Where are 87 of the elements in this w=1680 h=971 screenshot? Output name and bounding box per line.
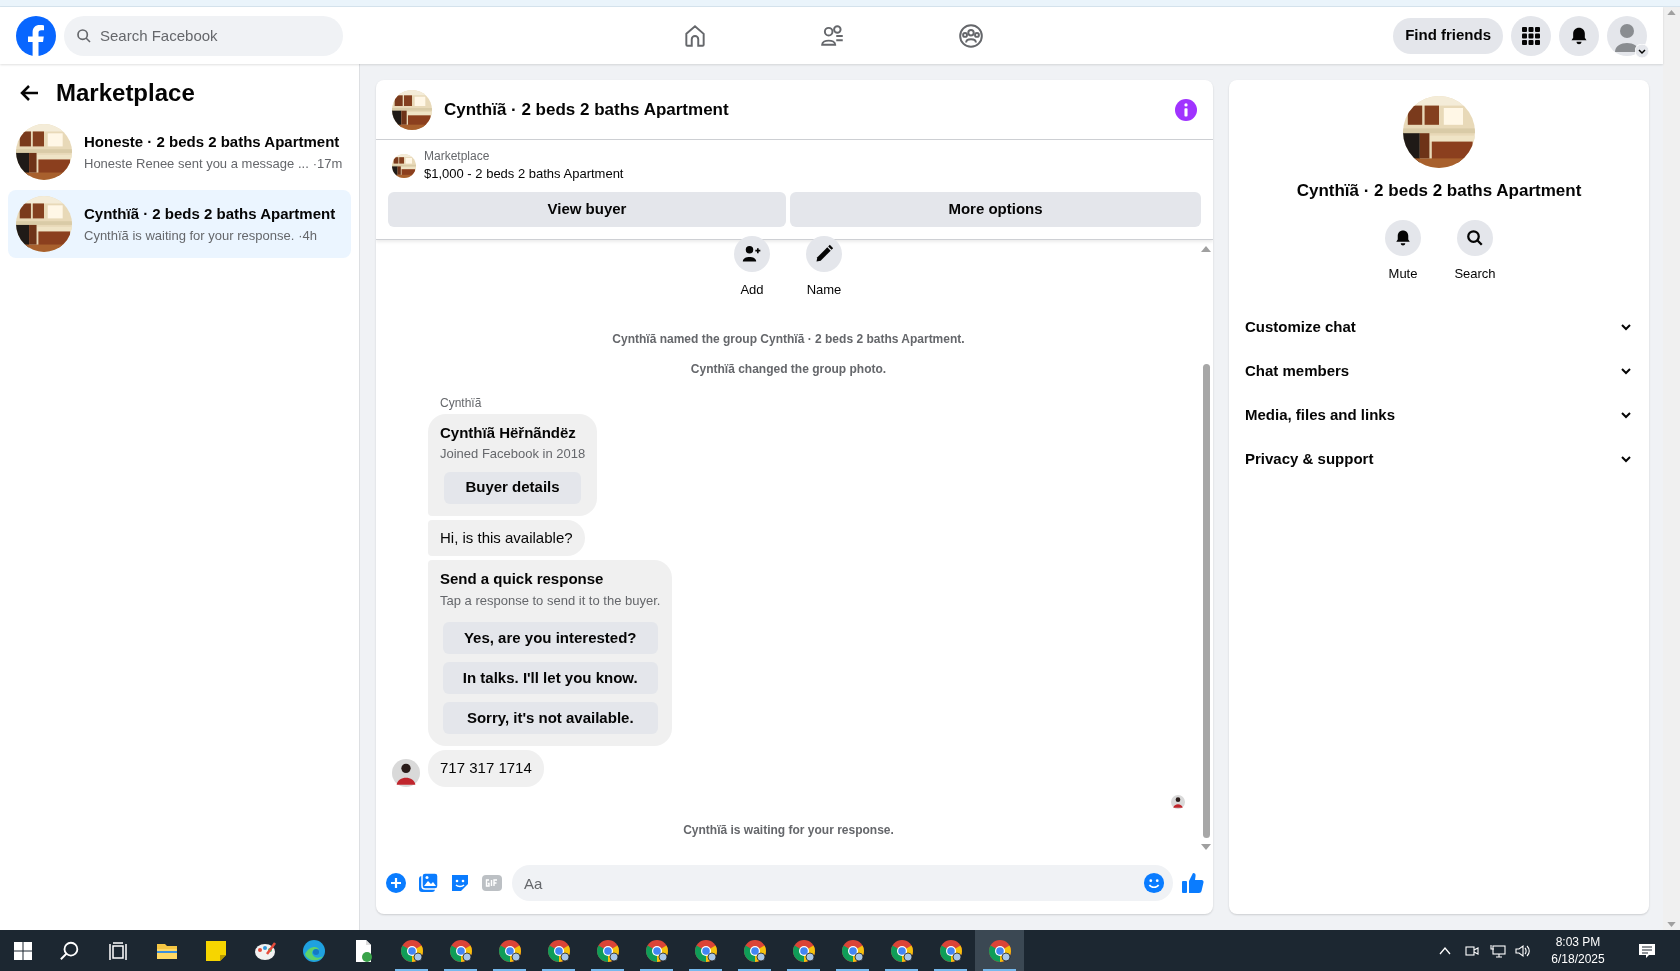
avatar (392, 758, 420, 787)
notification-icon[interactable] (1638, 941, 1656, 960)
photo-icon[interactable] (416, 871, 440, 895)
home-icon[interactable] (682, 22, 708, 49)
page-title: Marketplace (56, 78, 195, 108)
search-icon (76, 27, 92, 44)
sticky-note-icon (203, 938, 228, 963)
system-message: Cynthïã changed the group photo. (690, 360, 887, 378)
chrome-icon (595, 938, 620, 963)
quick-response-option[interactable]: Sorry, it's not available. (442, 702, 658, 734)
action-label: Mute (1388, 264, 1418, 283)
waiting-status: Cynthïã is waiting for your response. (683, 821, 894, 839)
edge-icon (301, 938, 326, 963)
chat-title: Cynthïã · 2 beds 2 baths Apartment (444, 98, 730, 121)
clock-date[interactable]: 6/18/2025 (1551, 950, 1605, 968)
bell-icon (1569, 25, 1589, 46)
menu-button[interactable] (1511, 15, 1551, 56)
action-label: Search (1454, 264, 1496, 283)
add-icon[interactable] (384, 871, 408, 895)
chrome-icon (497, 938, 522, 963)
message-input[interactable]: Aa (512, 865, 1173, 901)
chrome-icon (448, 938, 473, 963)
back-arrow-icon[interactable] (20, 83, 40, 103)
notifications-button[interactable] (1559, 15, 1599, 56)
conversation-time: ·17m (312, 154, 343, 173)
message-bubble: 717 317 1714 (428, 750, 544, 787)
chrome-icon (693, 938, 718, 963)
add-person-icon (742, 244, 762, 264)
chrome-icon (742, 938, 767, 963)
chrome-icon (987, 938, 1012, 963)
conversation-title: Cynthïã · 2 beds 2 baths Apartment (84, 204, 336, 224)
chrome-icon (840, 938, 865, 963)
chrome-icon (546, 938, 571, 963)
chrome-icon (644, 938, 669, 963)
clock-time[interactable]: 8:03 PM (1555, 933, 1601, 951)
scroll-up-icon[interactable] (1201, 246, 1211, 252)
emoji-icon[interactable] (1143, 872, 1165, 894)
message-bubble: Hi, is this available? (428, 519, 585, 556)
listing-label: Marketplace (424, 148, 491, 164)
listing-text: $1,000 - 2 beds 2 baths Apartment (424, 165, 624, 183)
section-header[interactable]: Chat members (1237, 349, 1641, 393)
chrome-icon (791, 938, 816, 963)
friends-icon[interactable] (820, 22, 846, 49)
system-message: Cynthïã named the group Cynthïã · 2 beds 2 baths Apartment. (612, 330, 965, 348)
chrome-icon (938, 938, 963, 963)
avatar (1171, 794, 1185, 809)
pencil-icon (814, 244, 834, 264)
action-label: Add (740, 281, 764, 299)
caret-icon (1635, 43, 1649, 58)
conversation-preview: Honeste Renee sent you a message ... (84, 154, 309, 173)
section-header[interactable]: Privacy & support (1237, 437, 1641, 481)
quick-response-option[interactable]: In talks. I'll let you know. (442, 662, 658, 694)
groups-icon[interactable] (958, 22, 984, 49)
search-field[interactable]: Search Facebook (64, 15, 343, 56)
chrome-icon (889, 938, 914, 963)
find-friends-button[interactable]: Find friends (1393, 17, 1503, 54)
conversation-item[interactable]: Cynthïã · 2 beds 2 baths Apartment Cynthïã is waiting for your response. ·4h (8, 190, 351, 258)
conversation-title: Honeste · 2 beds 2 baths Apartment (84, 132, 341, 152)
search-icon (59, 939, 81, 962)
network-icon[interactable] (1490, 942, 1506, 959)
more-options-button[interactable]: More options (790, 192, 1201, 227)
buyer-details-button[interactable]: Buyer details (444, 471, 581, 504)
section-header[interactable]: Media, files and links (1237, 393, 1641, 437)
like-icon[interactable] (1181, 871, 1205, 895)
chrome-icon (399, 938, 424, 963)
action-label: Name (806, 281, 842, 299)
facebook-logo[interactable] (16, 15, 56, 56)
conversation-preview: Cynthïã is waiting for your response. (84, 226, 295, 245)
quick-response-hint: Tap a response to send it to the buyer. (440, 591, 661, 610)
details-title: Cynthïã · 2 beds 2 baths Apartment (1296, 180, 1582, 202)
quick-response-title: Send a quick response (440, 569, 604, 589)
view-buyer-button[interactable]: View buyer (388, 192, 786, 227)
task-view-icon (108, 940, 128, 961)
search-icon (1466, 228, 1484, 247)
speaker-icon[interactable] (1514, 942, 1532, 959)
sender-name: Cynthïã (440, 394, 483, 412)
scroll-down-icon[interactable] (1201, 844, 1211, 850)
bell-icon (1394, 228, 1412, 247)
windows-icon (14, 941, 32, 960)
account-button[interactable] (1607, 15, 1647, 56)
buyer-joined: Joined Facebook in 2018 (440, 445, 586, 463)
info-icon[interactable] (1175, 98, 1197, 121)
conversation-time: ·4h (298, 226, 318, 245)
buyer-name: Cynthïã Hëřnãndëz (440, 422, 576, 443)
quick-response-option[interactable]: Yes, are you interested? (442, 622, 658, 654)
menu-icon (1521, 25, 1541, 46)
section-header[interactable]: Customize chat (1237, 305, 1641, 349)
